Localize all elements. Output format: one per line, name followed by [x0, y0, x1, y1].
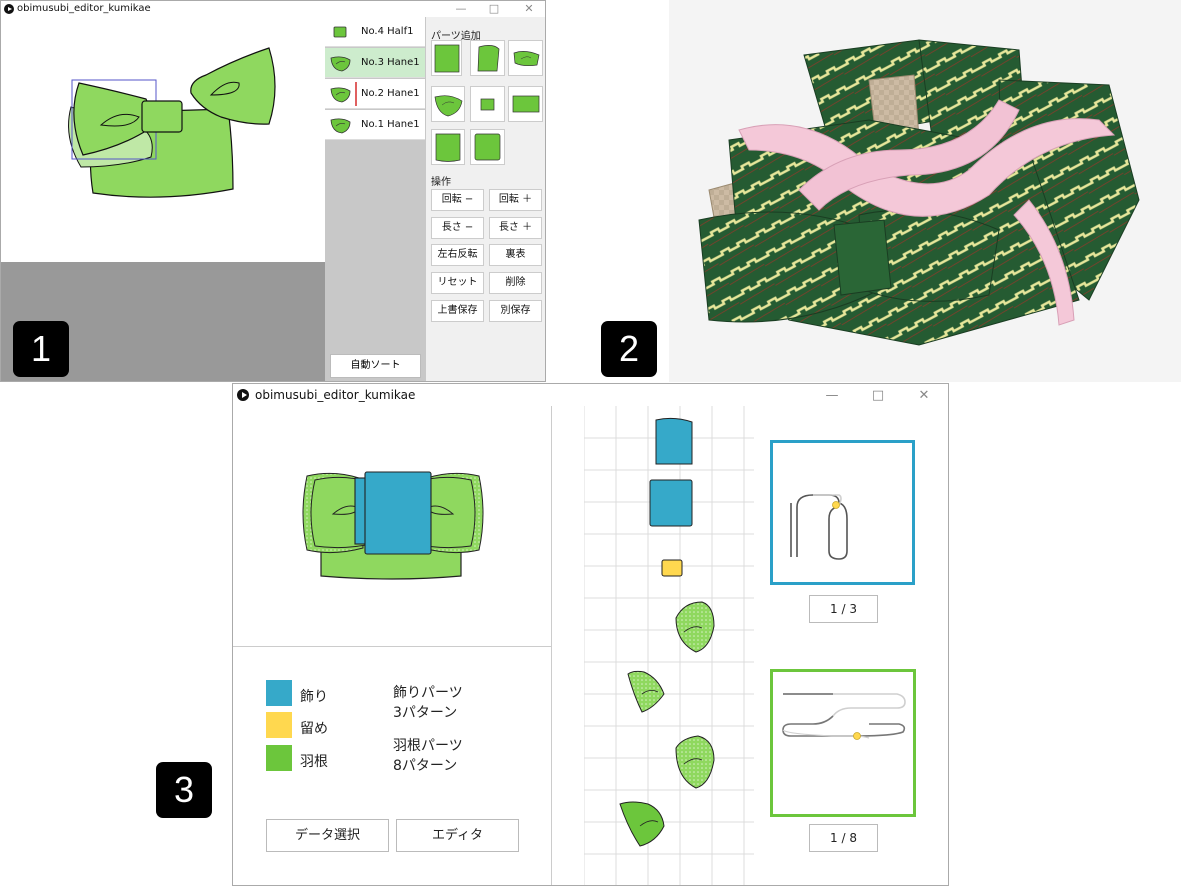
- minimize-button[interactable]: —: [454, 2, 468, 15]
- data-select-button[interactable]: データ選択: [266, 819, 389, 852]
- title-bar: obimusubi_editor_kumikae — □ ✕: [233, 384, 948, 406]
- half-thumb-icon: [333, 26, 347, 38]
- close-button[interactable]: ✕: [917, 388, 931, 403]
- parts-list-label: No.2 Hane1: [361, 88, 420, 99]
- parts-list-label: No.3 Hane1: [361, 57, 420, 68]
- parts-list-label: No.1 Hane1: [361, 119, 420, 130]
- wing-thumb-icon: [330, 87, 351, 103]
- app-icon: [4, 4, 14, 14]
- save-as-button[interactable]: 別保存: [489, 300, 542, 322]
- legend-label-decor: 飾り: [300, 689, 328, 705]
- length-minus-button[interactable]: 長さ −: [431, 217, 484, 239]
- wing-pattern-frame[interactable]: [770, 669, 916, 817]
- decor-part[interactable]: [655, 417, 693, 465]
- wing-page-indicator[interactable]: 1 / 8: [809, 824, 878, 852]
- editor-button[interactable]: エディタ: [396, 819, 519, 852]
- decor-page-indicator[interactable]: 1 / 3: [809, 595, 878, 623]
- parts-list-item[interactable]: No.1 Hane1: [325, 110, 425, 140]
- tools-panel: パーツ追加 操作 回転 − 回転 ＋ 長さ − 長さ ＋ 左右反転 裏表 リセッ…: [426, 17, 545, 381]
- add-rounded-half-button[interactable]: [431, 129, 465, 165]
- add-square-part-button[interactable]: [470, 129, 505, 165]
- flip-horizontal-button[interactable]: 左右反転: [431, 244, 484, 266]
- delete-button[interactable]: 削除: [489, 272, 542, 294]
- edit-canvas[interactable]: [1, 17, 325, 262]
- add-wing-small-button[interactable]: [508, 40, 543, 76]
- overwrite-save-button[interactable]: 上書保存: [431, 300, 484, 322]
- wing-thumb-icon: [330, 56, 351, 72]
- wing-pattern-count: 8パターン: [393, 758, 458, 774]
- app-icon: [237, 389, 249, 401]
- rotate-minus-button[interactable]: 回転 −: [431, 189, 484, 211]
- decor-parts-label: 飾りパーツ: [393, 685, 463, 701]
- reset-button[interactable]: リセット: [431, 272, 484, 294]
- parts-list-item[interactable]: No.2 Hane1: [325, 79, 425, 109]
- decor-pattern-count: 3パターン: [393, 705, 458, 721]
- close-button[interactable]: ✕: [522, 2, 536, 15]
- obi-composition: [68, 47, 276, 198]
- rotate-plus-button[interactable]: 回転 ＋: [489, 189, 542, 211]
- center-knot[interactable]: [141, 100, 183, 133]
- flip-side-button[interactable]: 裏表: [489, 244, 542, 266]
- panel-divider: [551, 406, 552, 885]
- auto-sort-button[interactable]: 自動ソート: [330, 354, 421, 378]
- figure-badge-3: 3: [156, 762, 212, 818]
- legend-label-clip: 留め: [300, 721, 328, 737]
- figure-badge-2: 2: [601, 321, 657, 377]
- decor-pattern-frame[interactable]: [770, 440, 915, 585]
- add-knot-button[interactable]: [470, 86, 505, 122]
- wing-parts-label: 羽根パーツ: [393, 738, 463, 754]
- parts-list: No.4 Half1 No.3 Hane1 No.2 Hane1 No.1 Ha…: [325, 17, 426, 381]
- window-title: obimusubi_editor_kumikae: [255, 388, 416, 402]
- wing-thumb-icon: [330, 118, 351, 134]
- minimize-button[interactable]: —: [825, 388, 839, 403]
- parts-list-label: No.4 Half1: [361, 26, 414, 37]
- clip-part[interactable]: [661, 559, 683, 577]
- obi-preview: [302, 471, 484, 580]
- wing-part[interactable]: [675, 735, 715, 789]
- maximize-button[interactable]: □: [871, 388, 885, 403]
- title-bar: obimusubi_editor_kumikae — □ ✕: [1, 1, 545, 17]
- add-wing-button[interactable]: [431, 86, 465, 122]
- operations-heading: 操作: [431, 177, 451, 188]
- editor-window: obimusubi_editor_kumikae — □ ✕ No.4 Half…: [0, 0, 546, 382]
- window-title: obimusubi_editor_kumikae: [17, 3, 151, 14]
- add-band-button[interactable]: [508, 86, 543, 122]
- legend-swatch-clip: [266, 712, 292, 738]
- add-half-curved-button[interactable]: [470, 40, 505, 76]
- parts-list-item-selected[interactable]: No.3 Hane1: [325, 48, 425, 78]
- legend-swatch-wing: [266, 745, 292, 771]
- obi-photo: [669, 0, 1181, 382]
- parts-list-item[interactable]: No.4 Half1: [325, 17, 425, 47]
- panel-divider-horizontal: [233, 646, 551, 647]
- decor-part[interactable]: [649, 479, 693, 527]
- combination-window: obimusubi_editor_kumikae — □ ✕ 飾り 留め 羽根 …: [232, 383, 949, 886]
- legend-swatch-decor: [266, 680, 292, 706]
- length-plus-button[interactable]: 長さ ＋: [489, 217, 542, 239]
- figure-badge-1: 1: [13, 321, 69, 377]
- parts-grid[interactable]: [584, 406, 756, 886]
- decor-tying-diagram: [790, 494, 848, 560]
- obi-photo-image: [698, 39, 1140, 346]
- wing-tying-diagram: [782, 693, 906, 740]
- add-half-square-button[interactable]: [431, 40, 462, 76]
- legend-label-wing: 羽根: [300, 754, 328, 770]
- wing-part[interactable]: [619, 801, 665, 847]
- maximize-button[interactable]: □: [487, 2, 501, 15]
- drag-indicator: [355, 82, 357, 106]
